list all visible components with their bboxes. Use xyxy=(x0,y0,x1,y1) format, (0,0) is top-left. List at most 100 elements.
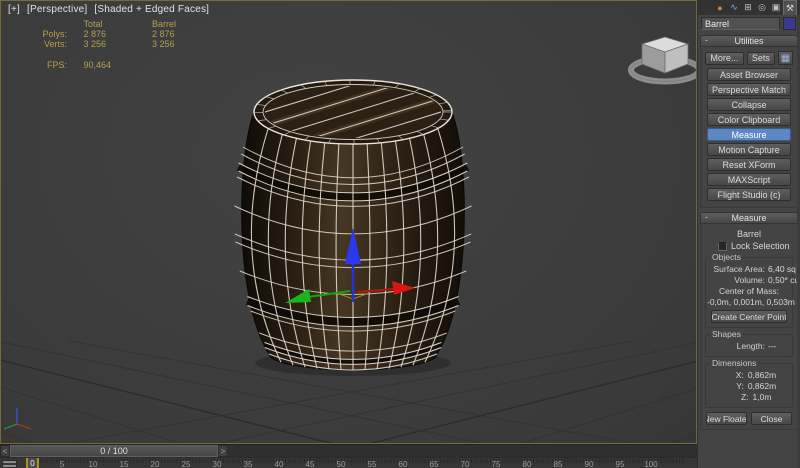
measure-rollout: - Measure Barrel Lock Selection Objects … xyxy=(700,212,798,430)
sets-button[interactable]: Sets xyxy=(747,52,775,65)
utilities-rollout-header[interactable]: - Utilities xyxy=(700,35,798,47)
dim-z-value: 1,0m xyxy=(753,392,772,402)
lock-selection-label: Lock Selection xyxy=(731,241,790,251)
create-icon: ● xyxy=(717,3,722,13)
utility-button-motion-capture[interactable]: Motion Capture xyxy=(707,143,791,156)
barrel-model[interactable] xyxy=(202,1,504,376)
new-floater-button[interactable]: New Floater xyxy=(706,412,747,425)
lock-selection-checkbox[interactable] xyxy=(718,242,727,251)
more-button[interactable]: More... xyxy=(705,52,744,65)
dim-x-label: X: xyxy=(722,370,744,380)
ruler-label: 70 xyxy=(461,460,470,468)
tab-modify[interactable]: ∿ xyxy=(727,0,741,15)
tab-hierarchy[interactable]: ⊞ xyxy=(741,0,755,15)
lock-selection-row[interactable]: Lock Selection xyxy=(718,241,796,251)
command-panel: ● ∿⊞◎ ▣ ⚒ Barrel - Utilities More... Sets ▦… xyxy=(698,0,800,468)
utility-button-measure[interactable]: Measure xyxy=(707,128,791,141)
utilities-rollout-title: Utilities xyxy=(734,36,763,46)
motion-icon: ◎ xyxy=(758,2,766,13)
ruler-label: 10 xyxy=(89,460,98,468)
next-frame-button[interactable]: > xyxy=(218,445,228,457)
world-axis-tripod xyxy=(4,408,31,429)
modify-icon: ∿ xyxy=(730,2,738,13)
stats-polys-row: Polys: 2 876 2 876 xyxy=(29,29,176,39)
center-of-mass-label: Center of Mass: xyxy=(707,286,791,296)
time-slider: < 0 / 100 > xyxy=(0,444,697,456)
tab-motion[interactable]: ◎ xyxy=(755,0,769,15)
object-color-swatch[interactable] xyxy=(783,17,796,30)
ruler-label: 95 xyxy=(616,460,625,468)
surface-area-value: 6,40 sq m xyxy=(768,264,800,274)
ruler-label: 30 xyxy=(213,460,222,468)
shapes-group-title: Shapes xyxy=(710,329,743,339)
ruler-label: 45 xyxy=(306,460,315,468)
utility-buttons-list: Asset Browser Perspective Match Collapse Co… xyxy=(702,68,796,201)
stats-col-total: Total xyxy=(84,19,150,29)
display-icon: ▣ xyxy=(772,2,781,13)
ruler-label: 80 xyxy=(523,460,532,468)
dimensions-group: Dimensions X:0,862m Y:0,862m Z:1,0m xyxy=(705,363,793,408)
tab-create[interactable]: ● xyxy=(713,0,727,15)
shapes-group: Shapes Length:--- xyxy=(705,334,793,357)
ruler-label: 85 xyxy=(554,460,563,468)
volume-label: Volume: xyxy=(707,275,765,285)
stats-fps-row: FPS: 90,464 xyxy=(29,60,176,70)
ruler-label: 5 xyxy=(60,460,64,468)
tab-utilities[interactable]: ⚒ xyxy=(783,0,797,15)
object-name-field[interactable]: Barrel xyxy=(701,17,780,30)
utility-button-reset-xform[interactable]: Reset XForm xyxy=(707,158,791,171)
measured-object-name: Barrel xyxy=(702,229,796,239)
viewport-pov-menu[interactable]: [Perspective] xyxy=(27,4,87,15)
close-button[interactable]: Close xyxy=(751,412,792,425)
utility-button-flight-studio-c[interactable]: Flight Studio (c) xyxy=(707,188,791,201)
viewport-label: [+] [Perspective] [Shaded + Edged Faces] xyxy=(8,4,213,15)
collapse-icon: - xyxy=(705,35,708,45)
tab-display[interactable]: ▣ xyxy=(769,0,783,15)
utilities-icon: ⚒ xyxy=(786,3,794,14)
viewcube[interactable] xyxy=(631,37,697,82)
surface-area-label: Surface Area: xyxy=(707,264,765,274)
ruler-label: 75 xyxy=(492,460,501,468)
utility-button-perspective-match[interactable]: Perspective Match xyxy=(707,83,791,96)
measure-rollout-header[interactable]: - Measure xyxy=(700,212,798,224)
dimensions-group-title: Dimensions xyxy=(710,358,758,368)
objects-group: Objects Surface Area:6,40 sq m Volume:0,… xyxy=(705,257,793,328)
configure-button-sets-icon[interactable]: ▦ xyxy=(778,51,793,65)
utility-button-collapse[interactable]: Collapse xyxy=(707,98,791,111)
objects-group-title: Objects xyxy=(710,252,743,262)
utility-button-asset-browser[interactable]: Asset Browser xyxy=(707,68,791,81)
current-frame-marker[interactable]: 0 xyxy=(26,458,39,468)
volume-value: 0,50* cu m xyxy=(768,275,800,285)
track-bar[interactable]: 5101520253035404550556065707580859095100… xyxy=(0,457,697,468)
stats-header-row: Total Barrel xyxy=(29,19,176,29)
ruler-label: 60 xyxy=(399,460,408,468)
center-of-mass-value: -0,0m, 0,001m, 0,503m xyxy=(707,297,791,307)
dim-y-label: Y: xyxy=(722,381,744,391)
ruler-label: 25 xyxy=(182,460,191,468)
floater-button-row: New Floater Close xyxy=(706,412,792,425)
length-label: Length: xyxy=(707,341,765,351)
perspective-viewport[interactable]: [+] [Perspective] [Shaded + Edged Faces]… xyxy=(0,0,697,444)
ruler-label: 65 xyxy=(430,460,439,468)
time-slider-handle[interactable]: 0 / 100 xyxy=(10,445,218,457)
stats-col-barrel: Barrel xyxy=(152,19,176,29)
ruler-label: 20 xyxy=(151,460,160,468)
ruler-label: 15 xyxy=(120,460,129,468)
stats-verts-row: Verts: 3 256 3 256 xyxy=(29,39,176,49)
ruler-label: 100 xyxy=(644,460,657,468)
viewport-general-menu[interactable]: [+] xyxy=(8,4,20,15)
utility-button-maxscript[interactable]: MAXScript xyxy=(707,173,791,186)
dim-x-value: 0,862m xyxy=(748,370,776,380)
ruler-label: 50 xyxy=(337,460,346,468)
utility-button-color-clipboard[interactable]: Color Clipboard xyxy=(707,113,791,126)
ruler-label: 55 xyxy=(368,460,377,468)
length-value: --- xyxy=(768,341,777,351)
viewport-statistics: Total Barrel Polys: 2 876 2 876 Verts: 3… xyxy=(29,19,176,70)
name-and-color-row: Barrel xyxy=(698,15,800,32)
mini-curve-editor-button[interactable] xyxy=(2,460,17,468)
dim-y-value: 0,862m xyxy=(748,381,776,391)
ruler-label: 40 xyxy=(275,460,284,468)
previous-frame-button[interactable]: < xyxy=(0,445,10,457)
create-center-point-button[interactable]: Create Center Point xyxy=(711,310,787,323)
viewport-shading-menu[interactable]: [Shaded + Edged Faces] xyxy=(94,4,209,15)
